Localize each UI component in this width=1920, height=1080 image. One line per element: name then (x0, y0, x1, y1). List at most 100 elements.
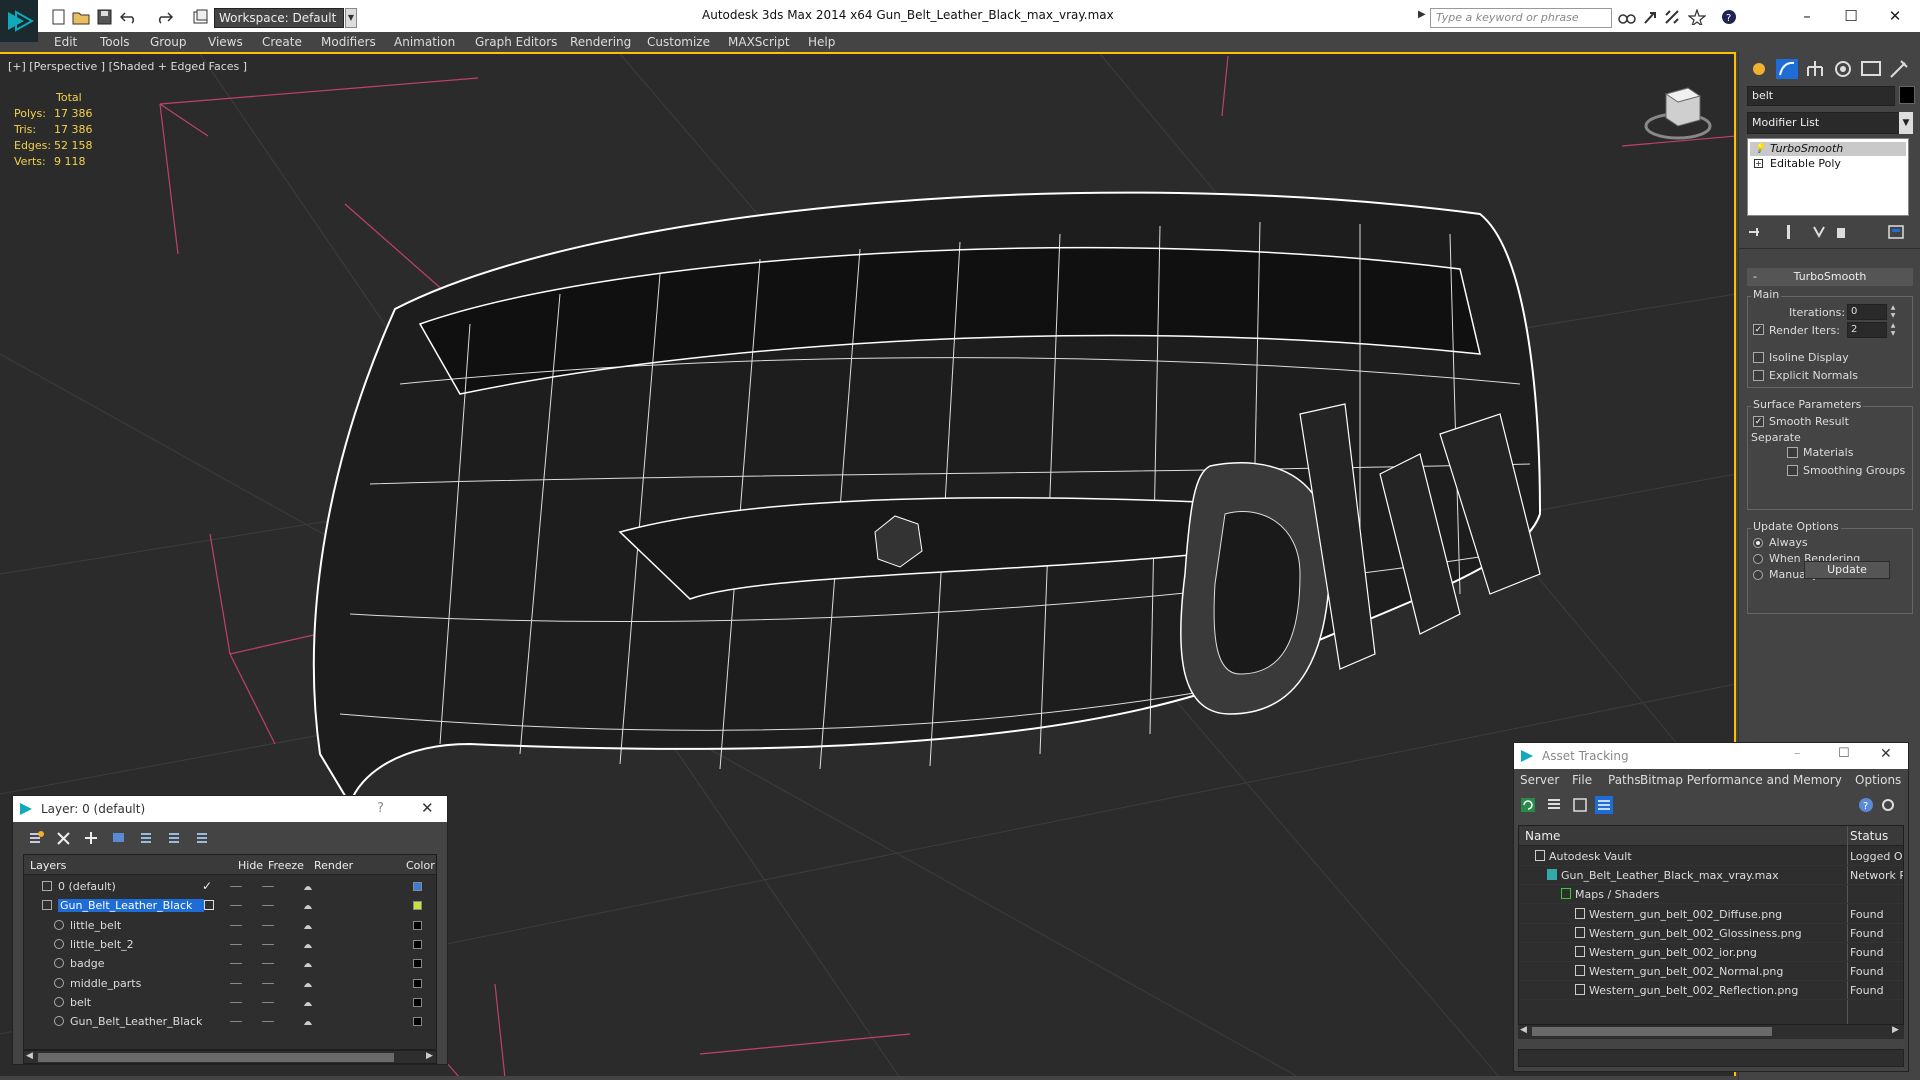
render-teapot-icon[interactable] (302, 882, 314, 891)
menu-help[interactable]: Help (808, 35, 835, 49)
column-hide[interactable]: Hide (238, 859, 263, 872)
asset-horizontal-scrollbar[interactable]: ◀ ▶ (1518, 1025, 1904, 1039)
render-teapot-icon[interactable] (302, 998, 314, 1007)
layer-color-swatch[interactable] (413, 959, 422, 969)
chevron-down-icon[interactable]: ▼ (1899, 112, 1913, 134)
menu-customize[interactable]: Customize (647, 35, 710, 49)
search-expand-icon[interactable]: ▶ (1418, 9, 1426, 20)
asset-row[interactable]: Western_gun_belt_002_Glossiness.png Found (1519, 924, 1903, 943)
manually-radio[interactable] (1753, 570, 1763, 580)
layer-name[interactable]: badge (70, 957, 104, 970)
asset-row[interactable]: Gun_Belt_Leather_Black_max_vray.max Netwo… (1519, 866, 1903, 886)
modify-tab-icon[interactable] (1775, 58, 1799, 80)
smooth-result-checkbox[interactable]: ✓ (1753, 416, 1764, 427)
iterations-input[interactable]: 0 (1847, 304, 1887, 320)
asset-row[interactable]: Western_gun_belt_002_Normal.png Found (1519, 962, 1903, 982)
asset-row[interactable]: Western_gun_belt_002_Reflection.png Found (1519, 981, 1903, 1001)
layer-name[interactable]: belt (70, 996, 91, 1009)
viewport-label[interactable]: [+] [Perspective ] [Shaded + Edged Faces… (8, 60, 247, 73)
pin-stack-icon[interactable] (1747, 224, 1763, 240)
column-render[interactable]: Render (314, 859, 353, 872)
freeze-toggle[interactable] (262, 1021, 274, 1023)
freeze-unfreeze-all-icon[interactable] (195, 830, 213, 846)
render-teapot-icon[interactable] (302, 921, 314, 930)
layer-color-swatch[interactable] (413, 901, 422, 911)
close-button[interactable]: ✕ (1880, 4, 1910, 28)
hide-toggle[interactable] (230, 1021, 242, 1023)
layer-row[interactable]: middle_parts (24, 974, 436, 993)
asset-name[interactable]: Western_gun_belt_002_Reflection.png (1589, 984, 1798, 997)
hide-toggle[interactable] (230, 886, 242, 887)
layer-color-swatch[interactable] (413, 920, 422, 930)
render-teapot-icon[interactable] (302, 959, 314, 968)
select-objects-icon[interactable] (111, 830, 129, 846)
list-view-icon[interactable] (1546, 797, 1562, 813)
delete-layer-icon[interactable] (55, 830, 73, 846)
layer-name[interactable]: Gun_Belt_Leather_Black (70, 1015, 202, 1028)
layer-name[interactable]: middle_parts (70, 977, 141, 990)
layer-color-swatch[interactable] (413, 939, 422, 949)
render-teapot-icon[interactable] (302, 901, 314, 910)
menu-maxscript[interactable]: MAXScript (728, 35, 790, 49)
minimize-button[interactable]: – (1792, 4, 1822, 28)
column-layers[interactable]: Layers (30, 859, 66, 872)
layer-color-swatch[interactable] (413, 997, 422, 1007)
help-icon[interactable]: ? (1720, 9, 1738, 25)
workspace-selector[interactable]: Workspace: Default (214, 8, 344, 28)
layer-color-swatch[interactable] (413, 882, 422, 891)
asset-name[interactable]: Gun_Belt_Leather_Black_max_vray.max (1561, 869, 1779, 882)
freeze-toggle[interactable] (262, 982, 274, 984)
column-color[interactable]: Color (406, 859, 435, 872)
hide-toggle[interactable] (230, 943, 242, 945)
minimize-button[interactable]: – (1794, 746, 1801, 761)
app-menu-button[interactable] (0, 0, 38, 42)
communication-icon[interactable] (1664, 9, 1682, 25)
save-file-icon[interactable] (96, 9, 114, 25)
configure-modifier-sets-icon[interactable] (1887, 224, 1905, 240)
hide-toggle[interactable] (230, 1001, 242, 1003)
render-iters-input[interactable]: 2 (1847, 322, 1887, 338)
layer-name[interactable]: Gun_Belt_Leather_Black (58, 899, 204, 913)
asset-window-titlebar[interactable]: Asset Tracking – ☐ ✕ (1514, 743, 1908, 769)
layer-row[interactable]: little_belt (24, 916, 436, 935)
asset-row[interactable]: Autodesk Vault Logged Ou (1519, 847, 1903, 866)
close-icon[interactable]: ✕ (421, 799, 434, 817)
asset-name[interactable]: Autodesk Vault (1549, 850, 1632, 863)
render-teapot-icon[interactable] (302, 1017, 314, 1026)
make-unique-icon[interactable] (1811, 224, 1827, 240)
stack-item-editable-poly[interactable]: + Editable Poly (1750, 157, 1906, 171)
asset-row[interactable]: Maps / Shaders (1519, 885, 1903, 905)
menu-modifiers[interactable]: Modifiers (321, 35, 376, 49)
open-file-icon[interactable] (72, 9, 90, 25)
highlight-layer-icon[interactable] (139, 830, 157, 846)
project-folder-icon[interactable] (192, 9, 210, 25)
update-button[interactable]: Update (1804, 561, 1890, 579)
freeze-toggle[interactable] (262, 905, 274, 907)
asset-name[interactable]: Western_gun_belt_002_Glossiness.png (1589, 927, 1802, 940)
current-layer-check-icon[interactable]: ✓ (202, 879, 212, 893)
create-tab-icon[interactable] (1747, 58, 1771, 80)
layer-window-titlebar[interactable]: Layer: 0 (default) ? ✕ (13, 796, 447, 822)
display-tab-icon[interactable] (1859, 58, 1883, 80)
explicit-normals-checkbox[interactable] (1753, 370, 1764, 381)
layer-color-swatch[interactable] (413, 1017, 422, 1027)
scrollbar-thumb[interactable] (38, 1053, 394, 1062)
help-icon[interactable]: ? (1858, 797, 1874, 813)
asset-row[interactable]: Western_gun_belt_002_Diffuse.png Found (1519, 905, 1903, 924)
layer-row[interactable]: little_belt_2 (24, 935, 436, 954)
lightbulb-icon[interactable]: 💡 (1754, 142, 1765, 156)
undo-icon[interactable] (120, 9, 138, 25)
thumbnail-view-icon[interactable] (1572, 797, 1588, 813)
hide-toggle[interactable] (230, 963, 242, 965)
menu-group[interactable]: Group (150, 35, 187, 49)
motion-tab-icon[interactable] (1831, 58, 1855, 80)
stack-item-turbosmooth[interactable]: 💡 TurboSmooth (1750, 142, 1906, 156)
freeze-toggle[interactable] (262, 924, 274, 926)
menu-paths[interactable]: Paths (1608, 773, 1641, 787)
favorites-star-icon[interactable] (1688, 9, 1706, 25)
when-rendering-radio[interactable] (1753, 554, 1763, 564)
hide-toggle[interactable] (230, 905, 242, 907)
freeze-toggle[interactable] (262, 963, 274, 965)
column-status[interactable]: Status (1850, 829, 1888, 843)
table-view-icon[interactable] (1594, 795, 1614, 815)
